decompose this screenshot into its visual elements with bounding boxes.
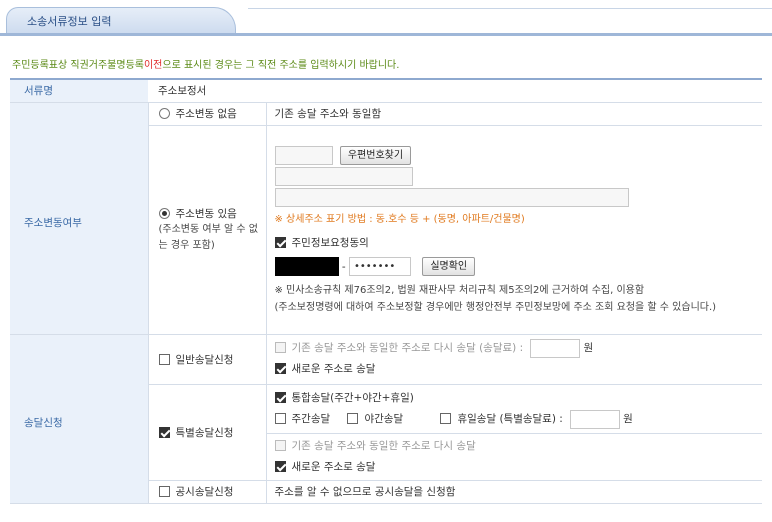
general-new-address-label: 새로운 주소로 송달 bbox=[291, 363, 376, 375]
changed-sub-label: (주소변동 여부 알 수 없는 경우 포함) bbox=[158, 223, 258, 251]
consent-checkbox[interactable] bbox=[274, 236, 286, 248]
general-same-address-checkbox[interactable] bbox=[274, 342, 286, 353]
tab-underline bbox=[0, 33, 772, 36]
doc-name-label: 서류명 bbox=[10, 79, 148, 103]
no-change-desc: 기존 송달 주소와 동일함 bbox=[265, 102, 762, 126]
notice-text-rest: 으로 표시된 경우는 그 직전 주소를 입력하시기 바랍니다. bbox=[162, 60, 400, 71]
address-input-1[interactable] bbox=[274, 167, 413, 186]
consent-label: 주민정보요청동의 bbox=[291, 236, 369, 249]
no-change-radio[interactable] bbox=[158, 108, 170, 119]
id-separator: - bbox=[341, 260, 346, 273]
resident-id-front-input[interactable] bbox=[274, 257, 339, 276]
postcode-input[interactable] bbox=[274, 146, 333, 165]
general-fee-input[interactable] bbox=[530, 338, 581, 358]
special-delivery-area: 통합송달(주간+야간+휴일) 주간송달 야간송달 휴일송달 (특별송달료) : … bbox=[265, 384, 762, 481]
integrated-delivery-label: 통합송달(주간+야간+휴일) bbox=[291, 392, 414, 404]
special-delivery-label: 특별송달신청 bbox=[175, 426, 234, 439]
address-entry-area: 우편번호찾기 ※ 상세주소 표기 방법 : 동.호수 등 + (동명, 아파트/… bbox=[265, 125, 762, 335]
verify-name-button[interactable]: 실명확인 bbox=[422, 257, 476, 276]
general-delivery-checkbox[interactable] bbox=[158, 353, 170, 365]
document-form: 서류명 주소보정서 주소변동여부 주소변동 없음 기존 송달 주소와 동일함 주… bbox=[10, 78, 762, 504]
integrated-delivery-checkbox[interactable] bbox=[274, 392, 286, 403]
postcode-search-button[interactable]: 우편번호찾기 bbox=[339, 146, 412, 165]
night-delivery-checkbox[interactable] bbox=[347, 413, 359, 424]
delivery-label: 송달신청 bbox=[10, 334, 148, 504]
address-change-label: 주소변동여부 bbox=[10, 102, 148, 335]
tab-bar: 소송서류정보 입력 bbox=[0, 0, 772, 36]
changed-radio[interactable] bbox=[158, 207, 170, 219]
holiday-delivery-label: 휴일송달 (특별송달료) : bbox=[457, 413, 563, 425]
general-delivery-area: 기존 송달 주소와 동일한 주소로 다시 송달 (송달료) : 원 새로운 주소… bbox=[265, 334, 762, 385]
changed-option[interactable]: 주소변동 있음 (주소변동 여부 알 수 없는 경우 포함) bbox=[147, 125, 266, 335]
doc-name-value: 주소보정서 bbox=[148, 79, 762, 103]
special-fee-input[interactable] bbox=[570, 409, 621, 429]
day-delivery-label: 주간송달 bbox=[291, 413, 331, 425]
general-same-address-label: 기존 송달 주소와 동일한 주소로 다시 송달 (송달료) : bbox=[291, 342, 524, 354]
special-same-address-checkbox[interactable] bbox=[274, 440, 286, 451]
address-notice: 주민등록표상 직권거주불명등록이전으로 표시된 경우는 그 직전 주소를 입력하… bbox=[12, 56, 399, 71]
tab-divider bbox=[248, 8, 772, 9]
special-fee-unit: 원 bbox=[623, 413, 633, 425]
notice-text: 주민등록표상 직권거주불명등록 bbox=[12, 60, 144, 71]
public-delivery-label: 공시송달신청 bbox=[175, 486, 234, 498]
special-same-address-label: 기존 송달 주소와 동일한 주소로 다시 송달 bbox=[291, 440, 476, 452]
special-delivery-option[interactable]: 특별송달신청 bbox=[147, 384, 266, 481]
changed-label: 주소변동 있음 bbox=[175, 207, 237, 220]
day-delivery-checkbox[interactable] bbox=[274, 413, 286, 424]
general-fee-unit: 원 bbox=[583, 342, 594, 354]
tab-document-info[interactable]: 소송서류정보 입력 bbox=[6, 7, 236, 34]
detail-address-hint: ※ 상세주소 표기 방법 : 동.호수 등 + (동명, 아파트/건물명) bbox=[274, 213, 525, 225]
night-delivery-label: 야간송달 bbox=[364, 413, 404, 425]
general-delivery-label: 일반송달신청 bbox=[175, 353, 234, 366]
general-delivery-option[interactable]: 일반송달신청 bbox=[147, 334, 266, 385]
public-delivery-option[interactable]: 공시송달신청 bbox=[147, 480, 266, 504]
no-change-option[interactable]: 주소변동 없음 bbox=[147, 102, 266, 126]
special-new-address-label: 새로운 주소로 송달 bbox=[291, 461, 376, 473]
no-change-label: 주소변동 없음 bbox=[175, 108, 237, 120]
notice-highlight: 이전 bbox=[143, 60, 163, 71]
public-delivery-desc: 주소를 알 수 없으므로 공시송달을 신청함 bbox=[265, 480, 762, 504]
public-delivery-checkbox[interactable] bbox=[158, 486, 170, 497]
law-note: ※ 민사소송규칙 제76조의2, 법원 재판사무 처리규칙 제5조의2에 근거하… bbox=[274, 284, 645, 296]
special-new-address-checkbox[interactable] bbox=[274, 461, 286, 472]
general-new-address-checkbox[interactable] bbox=[274, 363, 286, 374]
resident-id-back-input[interactable]: ••••••• bbox=[348, 257, 411, 276]
address-detail-input[interactable] bbox=[274, 188, 629, 207]
special-delivery-checkbox[interactable] bbox=[158, 426, 170, 438]
law-note-2: (주소보정명령에 대하여 주소보정할 경우에만 행정안전부 주민정보망에 주소 … bbox=[274, 301, 717, 313]
holiday-delivery-checkbox[interactable] bbox=[440, 413, 452, 424]
